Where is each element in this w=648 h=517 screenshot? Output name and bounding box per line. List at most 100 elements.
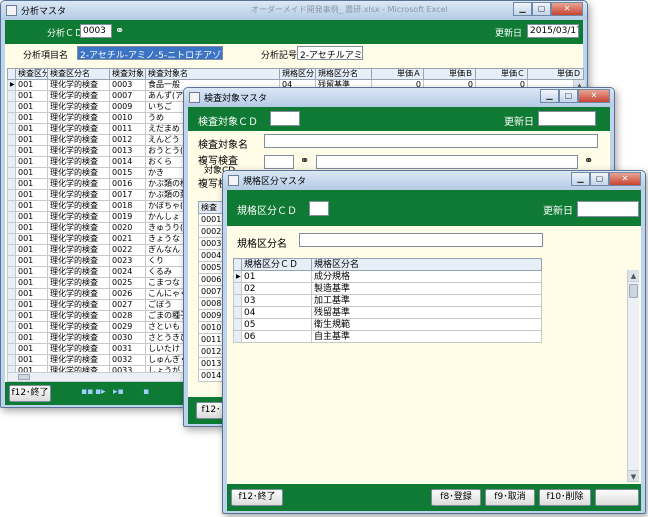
cell-kensa-kubun[interactable]: 001 [15,244,48,256]
fukusha-name-input[interactable] [316,155,578,169]
cell-kensa-kubun[interactable]: 001 [15,123,48,135]
cell-kensa-taisho[interactable]: 0018 [109,200,146,212]
f10-delete-button[interactable]: f10･削除 [539,489,591,506]
record-first-icon[interactable]: ▪▪ [81,387,93,397]
kigo-input[interactable]: 2-アセチルアミ [297,46,363,60]
record-next-icon[interactable]: ▸▪ [113,387,124,397]
row-selector[interactable] [233,294,242,307]
table-row[interactable]: 06 自主基準 [233,330,542,343]
row-selector[interactable] [7,266,16,278]
search-icon[interactable]: ⚭ [300,154,309,167]
extra-function-button[interactable] [595,489,639,506]
cell-kensa-taisho[interactable]: 0010 [109,112,146,124]
title-bar[interactable]: 規格区分マスタ ▁ ▢ ✕ [223,171,645,190]
row-selector[interactable] [7,145,16,157]
cell-kikaku-cd[interactable]: 04 [241,306,312,319]
koshinbi-value[interactable] [538,111,596,126]
cell-kikaku-cd[interactable]: 01 [241,270,312,283]
name-input[interactable] [299,233,543,247]
cell-kensa-taisho[interactable]: 0031 [109,343,146,355]
cell-kensa-kubun-name[interactable]: 理化学的検査 [47,222,110,234]
cell-kensa-kubun[interactable]: 001 [15,354,48,366]
maximize-button[interactable]: ▢ [590,172,609,186]
cell-kensa-kubun-name[interactable]: 理化学的検査 [47,211,110,223]
col-kensa-taisho[interactable]: 検査対象 [109,68,146,80]
minimize-button[interactable]: ▁ [571,172,590,186]
search-icon-2[interactable]: ⚭ [584,154,593,167]
cell-kensa-kubun-name[interactable]: 理化学的検査 [47,277,110,289]
cell-kensa-taisho[interactable]: 0007 [109,90,146,102]
cell-kensa-taisho[interactable]: 0032 [109,354,146,366]
cell-kensa-taisho[interactable]: 0015 [109,167,146,179]
close-button[interactable]: ✕ [609,172,641,186]
cell-kensa-kubun-name[interactable]: 理化学的検査 [47,255,110,267]
cell-kensa-kubun-name[interactable]: 理化学的検査 [47,266,110,278]
f8-register-button[interactable]: f8･登録 [431,489,481,506]
cell-kensa-kubun[interactable]: 001 [15,178,48,190]
cell-kensa-taisho[interactable]: 0009 [109,101,146,113]
row-selector[interactable] [7,167,16,179]
cell-kensa-taisho[interactable]: 0020 [109,222,146,234]
cell-kensa-kubun-name[interactable]: 理化学的検査 [47,332,110,344]
table-row[interactable]: ▶ 01 成分規格 [233,270,542,283]
cell-kensa-kubun-name[interactable]: 理化学的検査 [47,233,110,245]
row-selector[interactable] [7,310,16,322]
table-row[interactable]: 05 衛生規範 [233,318,542,331]
cd-input[interactable] [309,201,329,216]
cell-kensa-kubun-name[interactable]: 理化学的検査 [47,112,110,124]
cell-kensa-kubun[interactable]: 001 [15,299,48,311]
cell-kikaku-name[interactable]: 成分規格 [311,270,542,283]
cell-kensa-taisho[interactable]: 0021 [109,233,146,245]
cell-kensa-kubun-name[interactable]: 理化学的検査 [47,79,110,91]
row-selector[interactable] [7,288,16,300]
row-selector[interactable] [233,330,242,343]
cell-kensa-kubun-name[interactable]: 理化学的検査 [47,123,110,135]
cell-kensa-kubun-name[interactable]: 理化学的検査 [47,145,110,157]
grid-scrollbar[interactable]: ▲ ▼ [627,270,639,482]
row-selector[interactable] [7,354,16,366]
cd-input[interactable] [270,111,300,126]
scroll-thumb[interactable] [629,284,638,298]
record-last-icon[interactable]: ▪ [143,387,149,397]
cell-kensa-taisho[interactable]: 0028 [109,310,146,322]
f12-exit-button[interactable]: f12･終了 [9,385,51,402]
cell-kensa-kubun[interactable]: 001 [15,134,48,146]
minimize-button[interactable]: ▁ [540,89,559,103]
maximize-button[interactable]: ▢ [559,89,578,103]
name-input[interactable] [264,134,598,148]
row-selector[interactable] [7,211,16,223]
horizontal-scrollbar[interactable] [7,372,187,382]
cell-kensa-taisho[interactable]: 0030 [109,332,146,344]
cell-kensa-kubun-name[interactable]: 理化学的検査 [47,90,110,102]
cell-kensa-kubun[interactable]: 001 [15,200,48,212]
row-selector[interactable] [7,156,16,168]
row-selector[interactable] [7,255,16,267]
cell-kensa-taisho[interactable]: 0012 [109,134,146,146]
col-kikaku-cd[interactable]: 規格区分ＣＤ [241,258,312,271]
col-kensa-kubun-name[interactable]: 検査区分名 [47,68,110,80]
cell-kensa-taisho[interactable]: 0014 [109,156,146,168]
col-tanka-c[interactable]: 単価Ｃ [475,68,528,80]
cell-kensa-kubun-name[interactable]: 理化学的検査 [47,321,110,333]
cell-kensa-kubun[interactable]: 001 [15,222,48,234]
cell-kikaku-name[interactable]: 自主基準 [311,330,542,343]
cell-kensa-kubun-name[interactable]: 理化学的検査 [47,343,110,355]
close-button[interactable]: ✕ [551,2,583,16]
cell-kensa-kubun[interactable]: 001 [15,211,48,223]
col-kikaku-kubun[interactable]: 規格区分 [279,68,316,80]
row-selector[interactable] [233,306,242,319]
row-selector[interactable] [7,233,16,245]
cell-kensa-kubun-name[interactable]: 理化学的検査 [47,189,110,201]
cell-kensa-taisho[interactable]: 0003 [109,79,146,91]
hscroll-thumb[interactable] [18,374,30,380]
scroll-down-arrow[interactable]: ▼ [628,470,639,482]
row-selector[interactable] [7,222,16,234]
cell-kensa-taisho[interactable]: 0027 [109,299,146,311]
table-row[interactable]: 02 製造基準 [233,282,542,295]
row-selector[interactable] [7,321,16,333]
cell-kensa-taisho[interactable]: 0024 [109,266,146,278]
cell-kensa-kubun[interactable]: 001 [15,288,48,300]
col-tanka-a[interactable]: 単価Ａ [371,68,424,80]
col-kensa-taisho-name[interactable]: 検査対象名 [145,68,280,80]
cell-kensa-kubun[interactable]: 001 [15,266,48,278]
